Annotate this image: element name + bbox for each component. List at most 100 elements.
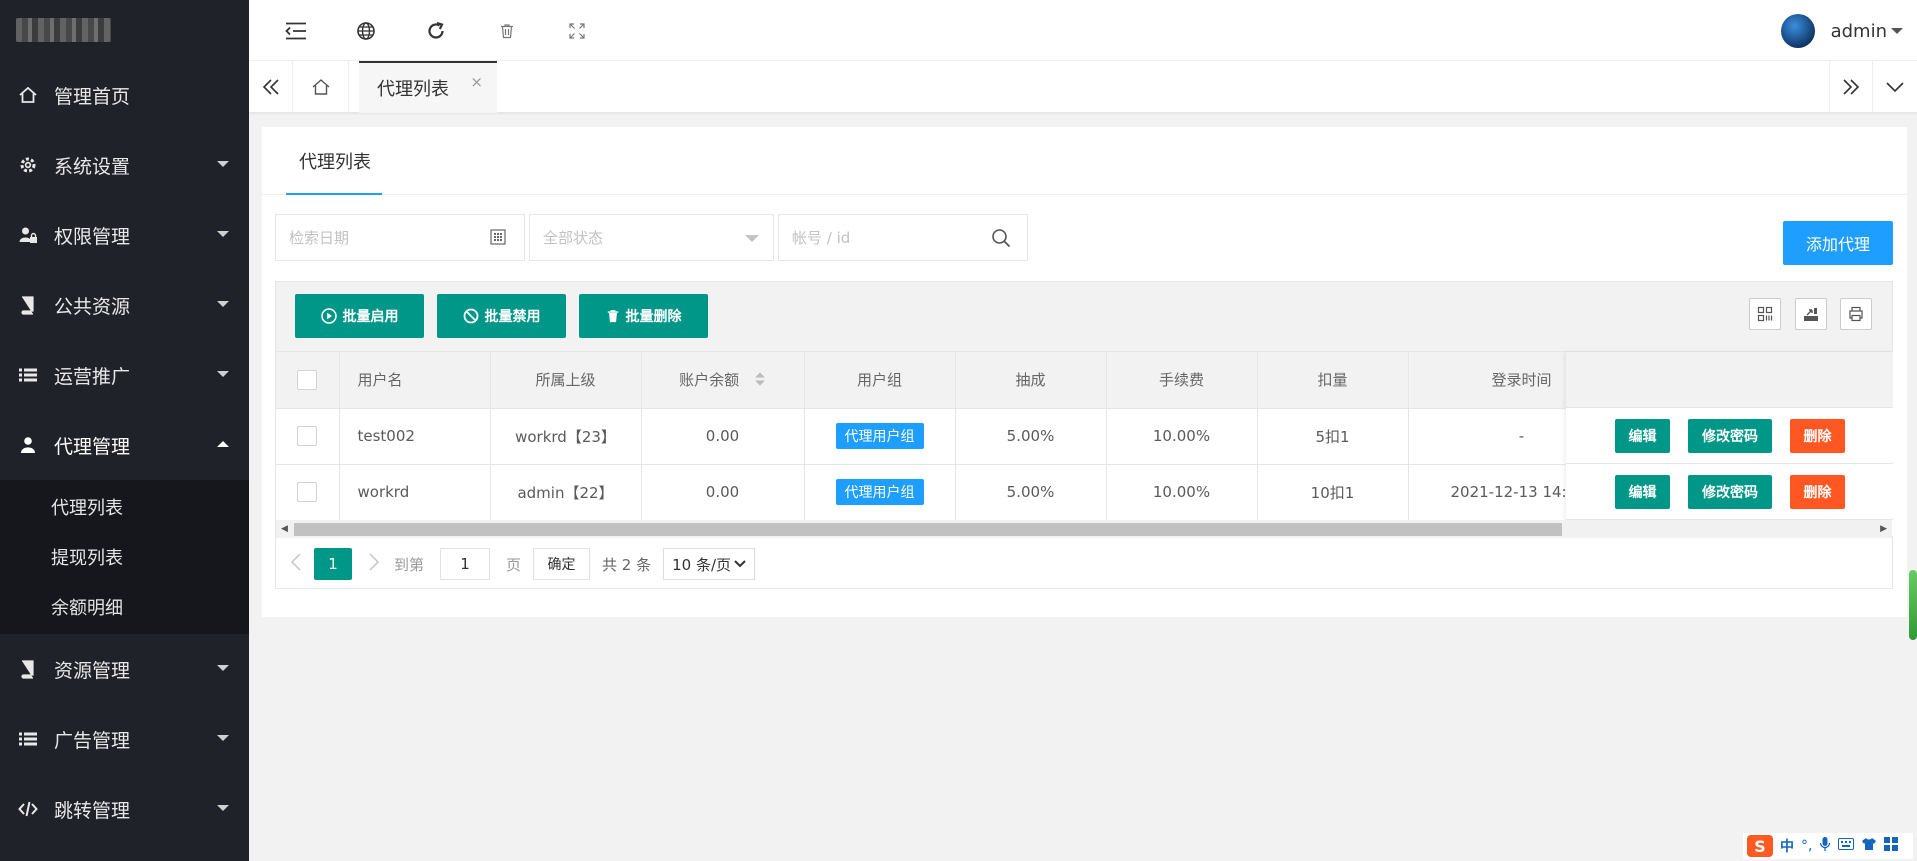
card-header: 代理列表 — [262, 127, 1907, 195]
add-agent-button[interactable]: 添加代理 — [1783, 221, 1893, 265]
table-header-row: 用户名 所属上级 账户余额 用户组 抽成 手续费 扣量 登录时间 — [276, 352, 1636, 409]
fullscreen-icon[interactable] — [564, 18, 590, 44]
grid-icon[interactable] — [1884, 837, 1899, 855]
cell-balance: 0.00 — [641, 464, 805, 521]
sort-icon[interactable] — [754, 371, 766, 391]
date-filter-input[interactable]: 检索日期 — [275, 214, 525, 261]
date-filter-placeholder: 检索日期 — [289, 229, 350, 247]
column-filter-button[interactable] — [1749, 298, 1781, 330]
goto-confirm-button[interactable]: 确定 — [533, 548, 591, 580]
print-button[interactable] — [1840, 298, 1872, 330]
scroll-right-arrow-icon[interactable]: ▶ — [1880, 524, 1887, 534]
change-password-button[interactable]: 修改密码 — [1688, 475, 1772, 509]
tabs-scroll-right-button[interactable] — [1829, 61, 1873, 113]
scrollbar-thumb[interactable] — [294, 523, 1562, 536]
home-icon — [312, 79, 329, 95]
book-icon — [18, 295, 38, 315]
sidebar-item-system-settings[interactable]: 系统设置 — [0, 130, 249, 200]
tabs-scroll-left-button[interactable] — [249, 61, 293, 113]
select-all-checkbox[interactable] — [297, 369, 318, 390]
menu-toggle-icon[interactable] — [283, 18, 309, 44]
chevron-down-icon — [217, 371, 229, 377]
microphone-icon[interactable] — [1819, 836, 1831, 856]
tab-bar: 代理列表 × — [249, 61, 1917, 113]
chevron-down-icon — [217, 805, 229, 811]
user-menu[interactable]: admin — [1780, 14, 1903, 48]
status-filter-placeholder: 全部状态 — [543, 229, 604, 247]
status-filter-select[interactable]: 全部状态 — [529, 214, 774, 261]
edit-button[interactable]: 编辑 — [1615, 475, 1670, 509]
batch-disable-button[interactable]: 批量禁用 — [437, 294, 566, 338]
prev-page-icon[interactable] — [290, 553, 302, 575]
edit-button[interactable]: 编辑 — [1615, 419, 1670, 453]
sidebar-item-permissions[interactable]: 权限管理 — [0, 200, 249, 270]
ime-toolbar: S 中 °, — [1743, 833, 1913, 859]
delete-button[interactable]: 删除 — [1790, 419, 1845, 453]
play-circle-icon — [320, 308, 337, 324]
list-icon — [18, 729, 38, 749]
export-icon — [1804, 308, 1818, 321]
close-icon[interactable]: × — [470, 73, 483, 91]
batch-delete-button[interactable]: 批量删除 — [579, 294, 708, 338]
row-checkbox[interactable] — [297, 482, 318, 502]
sidebar-item-public-resources[interactable]: 公共资源 — [0, 270, 249, 340]
book-icon — [18, 659, 38, 679]
cell-username: workrd — [339, 464, 491, 521]
ime-logo[interactable]: S — [1747, 835, 1773, 857]
goto-label: 到第 — [394, 555, 425, 574]
ime-mode[interactable]: 中 — [1780, 836, 1794, 856]
gear-icon — [18, 155, 38, 175]
delete-button[interactable]: 删除 — [1790, 475, 1845, 509]
cell-group: 代理用户组 — [804, 408, 956, 465]
table-row: test002 workrd【23】 0.00 代理用户组 5.00% 10.0… — [276, 408, 1636, 465]
cell-group: 代理用户组 — [804, 464, 956, 521]
next-page-icon[interactable] — [368, 553, 380, 575]
chevron-up-icon — [217, 441, 229, 447]
sidebar-item-redirect-management[interactable]: 跳转管理 — [0, 774, 249, 844]
sidebar-item-home[interactable]: 管理首页 — [0, 60, 249, 130]
skin-icon[interactable] — [1861, 837, 1877, 855]
submenu-item-label: 余额明细 — [51, 598, 123, 619]
export-button[interactable] — [1795, 298, 1827, 330]
goto-page-input[interactable]: 1 — [440, 548, 491, 580]
globe-icon[interactable] — [353, 18, 379, 44]
row-checkbox[interactable] — [297, 426, 318, 446]
tab-label: 代理列表 — [377, 79, 449, 100]
trash-icon[interactable] — [494, 18, 520, 44]
tabs-menu-button[interactable] — [1873, 61, 1917, 113]
card-title-underline — [286, 193, 382, 195]
page-size-select[interactable]: 10 条/页 — [663, 548, 756, 580]
vertical-scroll-indicator[interactable] — [1909, 570, 1917, 640]
table-row: workrd admin【22】 0.00 代理用户组 5.00% 10.00%… — [276, 464, 1636, 521]
logo — [0, 0, 249, 60]
current-page[interactable]: 1 — [314, 548, 352, 580]
ime-punct[interactable]: °, — [1801, 838, 1812, 854]
sidebar-item-resource-management[interactable]: 资源管理 — [0, 634, 249, 704]
horizontal-scrollbar[interactable]: ◀ ▶ — [276, 520, 1892, 538]
card-title: 代理列表 — [299, 152, 371, 173]
column-header-balance[interactable]: 账户余额 — [641, 352, 805, 409]
user-lock-icon — [18, 225, 38, 245]
submenu-item-withdraw-list[interactable]: 提现列表 — [0, 532, 249, 582]
chevron-down-icon — [1886, 82, 1904, 93]
search-icon[interactable] — [991, 228, 1011, 252]
submenu-item-agent-list[interactable]: 代理列表 — [0, 482, 249, 532]
account-search-input[interactable]: 帐号 / id — [778, 214, 1028, 261]
table-toolbar: 批量启用 批量禁用 批量删除 — [276, 282, 1892, 352]
refresh-icon[interactable] — [423, 18, 449, 44]
sidebar-item-ad-management[interactable]: 广告管理 — [0, 704, 249, 774]
keyboard-icon[interactable] — [1838, 838, 1855, 854]
submenu-item-balance-detail[interactable]: 余额明细 — [0, 582, 249, 632]
cell-commission: 5.00% — [955, 408, 1107, 465]
sidebar-item-operations[interactable]: 运营推广 — [0, 340, 249, 410]
home-icon — [18, 85, 38, 105]
change-password-button[interactable]: 修改密码 — [1688, 419, 1772, 453]
scroll-left-arrow-icon[interactable]: ◀ — [281, 524, 288, 534]
data-table: 用户名 所属上级 账户余额 用户组 抽成 手续费 扣量 登录时间 test002 — [276, 352, 1636, 521]
tab-agent-list[interactable]: 代理列表 × — [359, 61, 497, 113]
row-select-cell — [276, 408, 340, 465]
sidebar-item-label: 系统设置 — [54, 155, 131, 178]
batch-enable-button[interactable]: 批量启用 — [295, 294, 424, 338]
sidebar-item-agent-management[interactable]: 代理管理 — [0, 410, 249, 480]
tab-home[interactable] — [293, 61, 349, 113]
